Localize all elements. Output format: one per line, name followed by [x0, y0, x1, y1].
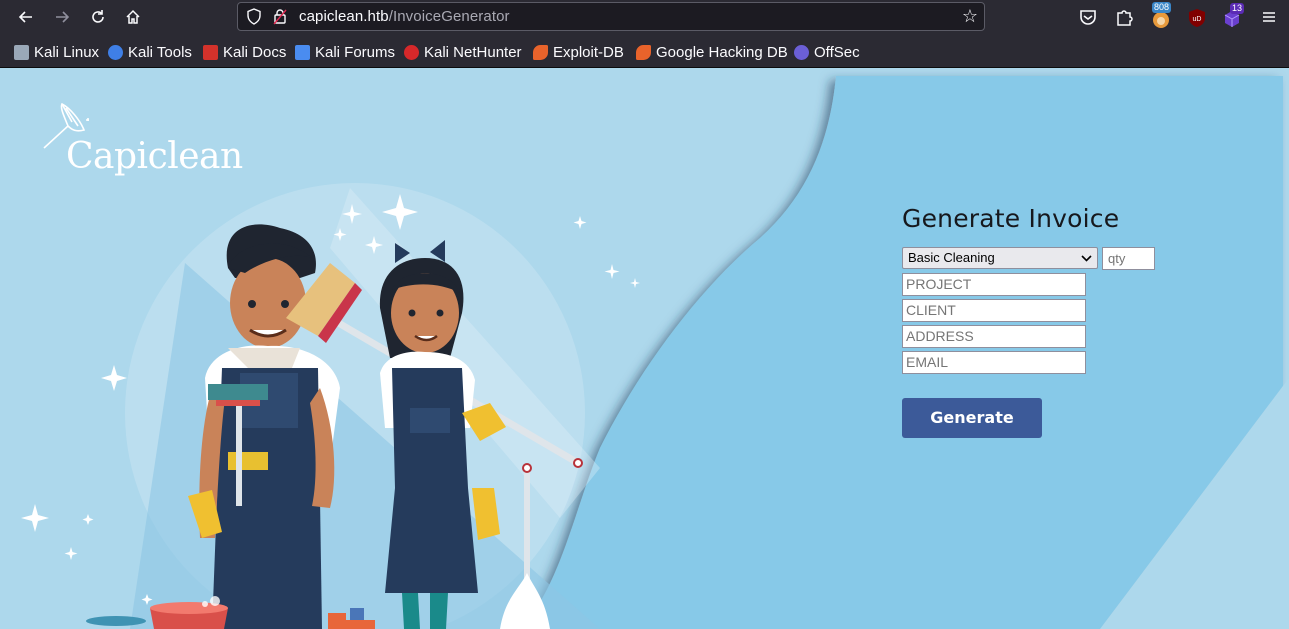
- form-title: Generate Invoice: [902, 204, 1120, 233]
- svg-text:uD: uD: [1193, 16, 1202, 23]
- reload-icon: [92, 10, 104, 23]
- kali-linux-icon: [14, 44, 29, 60]
- address-input[interactable]: ADDRESS: [902, 325, 1086, 348]
- bookmark-label: OffSec: [814, 43, 860, 61]
- back-arrow-icon: [18, 11, 32, 23]
- extension-hack-tools[interactable]: 13: [1222, 3, 1246, 29]
- bookmark-label: Kali Linux: [34, 43, 100, 61]
- reload-button[interactable]: [85, 5, 111, 29]
- site-logo[interactable]: Capiclean: [66, 136, 243, 177]
- bookmark-exploit-db[interactable]: Exploit-DB: [533, 43, 624, 61]
- forward-arrow-icon: [56, 11, 70, 23]
- service-select-value: Basic Cleaning: [908, 250, 995, 265]
- bookmark-label: Kali Docs: [223, 43, 287, 61]
- ublock-origin-icon[interactable]: uD: [1186, 7, 1208, 29]
- client-input[interactable]: CLIENT: [902, 299, 1086, 322]
- bookmark-label: Google Hacking DB: [656, 43, 788, 61]
- page-viewport: Capiclean Generate Invoice Basic Cleanin…: [0, 68, 1289, 629]
- bookmark-label: Kali Tools: [128, 43, 192, 61]
- project-input[interactable]: PROJECT: [902, 273, 1086, 296]
- bookmark-kali-forums[interactable]: Kali Forums: [295, 43, 395, 61]
- home-icon: [126, 9, 140, 24]
- bookmark-kali-nethunter[interactable]: Kali NetHunter: [404, 43, 522, 61]
- url-path: /InvoiceGenerator: [388, 8, 510, 25]
- bookmark-star-icon[interactable]: ☆: [962, 6, 978, 27]
- invoice-form: Generate Invoice Basic Cleaning qty PROJ…: [902, 204, 1155, 438]
- bookmark-label: Exploit-DB: [553, 43, 624, 61]
- hamburger-menu-icon[interactable]: [1258, 6, 1280, 28]
- site-lock-icon[interactable]: [273, 8, 287, 25]
- qty-input[interactable]: qty: [1102, 247, 1155, 270]
- bookmark-google-hacking-db[interactable]: Google Hacking DB: [636, 43, 788, 61]
- service-select[interactable]: Basic Cleaning: [902, 247, 1098, 269]
- pocket-icon[interactable]: [1077, 6, 1099, 28]
- bookmark-label: Kali NetHunter: [424, 43, 522, 61]
- extension-foxyproxy[interactable]: 808: [1150, 2, 1172, 29]
- chevron-down-icon: [1081, 248, 1092, 275]
- browser-toolbar: capiclean.htb/InvoiceGenerator ☆ 808 uD …: [0, 0, 1289, 35]
- tracking-protection-shield-icon[interactable]: [246, 8, 262, 25]
- kali-docs-icon: [203, 44, 218, 60]
- notification-badge: 13: [1230, 3, 1245, 14]
- google-hacking-db-icon: [636, 44, 651, 60]
- email-input[interactable]: EMAIL: [902, 351, 1086, 374]
- back-button[interactable]: [13, 5, 39, 29]
- url-bar[interactable]: capiclean.htb/InvoiceGenerator ☆: [237, 2, 985, 31]
- exploit-db-icon: [533, 44, 548, 60]
- generate-button[interactable]: Generate: [902, 398, 1042, 438]
- kali-forums-icon: [295, 44, 310, 60]
- bookmark-label: Kali Forums: [315, 43, 396, 61]
- kali-nethunter-icon: [404, 44, 419, 60]
- bookmark-kali-docs[interactable]: Kali Docs: [203, 43, 286, 61]
- home-button[interactable]: [120, 5, 146, 29]
- bookmarks-toolbar: Kali Linux Kali Tools Kali Docs Kali For…: [0, 35, 1289, 68]
- url-host: capiclean.htb: [299, 8, 389, 25]
- extension-badge: 808: [1152, 2, 1172, 13]
- offsec-icon: [794, 44, 809, 60]
- url-text[interactable]: capiclean.htb/InvoiceGenerator: [299, 8, 510, 25]
- bookmark-offsec[interactable]: OffSec: [794, 43, 860, 61]
- extensions-puzzle-icon[interactable]: [1113, 6, 1135, 28]
- bookmark-kali-tools[interactable]: Kali Tools: [108, 43, 192, 61]
- kali-tools-icon: [108, 44, 123, 60]
- forward-button[interactable]: [49, 5, 75, 29]
- bookmark-kali-linux[interactable]: Kali Linux: [14, 43, 99, 61]
